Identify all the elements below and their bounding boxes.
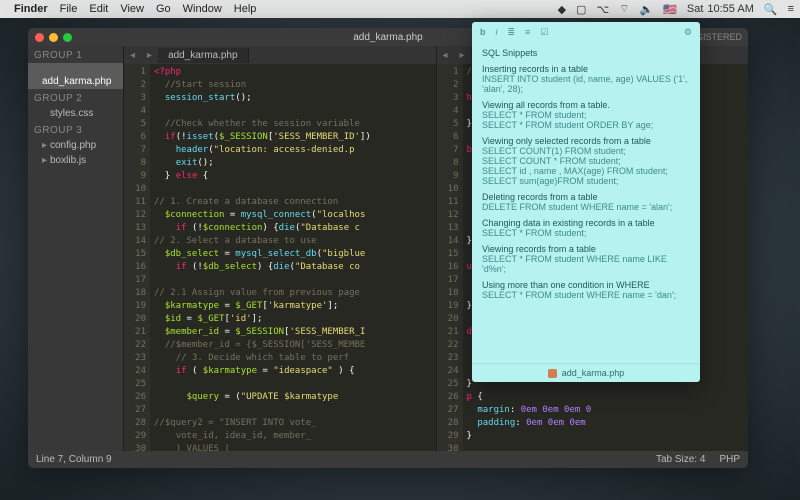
snippet-heading: Viewing records from a table (482, 244, 690, 254)
snippet-heading: Viewing all records from a table. (482, 100, 690, 110)
sidebar: GROUP 1add_karma.phpGROUP 2styles.cssGRO… (28, 46, 123, 451)
status-position[interactable]: Line 7, Column 9 (36, 454, 112, 465)
sidebar-item[interactable]: styles.css (28, 106, 123, 121)
snippet-line: SELECT COUNT(1) FROM student; (482, 146, 690, 156)
sidebar-item[interactable]: add_karma.php (28, 63, 123, 89)
tab-history-back-icon[interactable]: ◂ (124, 50, 141, 61)
snippet-line: SELECT * FROM student WHERE name LIKE 'd… (482, 254, 690, 274)
editor-pane-left: ◂ ▸ add_karma.php 1 2 3 4 5 6 7 8 9 10 1… (123, 46, 436, 451)
clock-day[interactable]: Sat (687, 3, 704, 15)
snippet-heading: Using more than one condition in WHERE (482, 280, 690, 290)
bold-icon[interactable]: b (480, 27, 486, 37)
snippet-heading: Inserting records in a table (482, 64, 690, 74)
sidebar-item[interactable]: ▸boxlib.js (28, 153, 123, 168)
spotlight-icon[interactable]: 🔍 (764, 3, 778, 16)
sidebar-group[interactable]: GROUP 1 (28, 46, 123, 63)
sidebar-group[interactable]: GROUP 3 (28, 121, 123, 138)
bullet-list-icon[interactable]: ≣ (508, 27, 516, 38)
input-flag-icon[interactable]: 🇺🇸 (663, 3, 677, 16)
notes-panel: b i ≣ ≡ ☑ ⚙ SQL Snippets Inserting recor… (472, 22, 700, 382)
snippet-line: SELECT * FROM student WHERE name = 'dan'… (482, 290, 690, 300)
menubar-go[interactable]: Go (156, 3, 171, 15)
panel-footer-label: add_karma.php (562, 368, 625, 378)
menubar-view[interactable]: View (120, 3, 144, 15)
volume-icon[interactable]: 🔈 (639, 3, 653, 16)
sidebar-item[interactable]: ▸config.php (28, 138, 123, 153)
airplay-icon[interactable]: ▢ (576, 3, 586, 16)
menubar-app[interactable]: Finder (14, 3, 48, 15)
bluetooth-icon[interactable]: ⌥ (596, 3, 609, 16)
snippet-line: SELECT COUNT * FROM student; (482, 156, 690, 166)
status-language[interactable]: PHP (719, 454, 740, 465)
tab-history-fwd-icon[interactable]: ▸ (454, 50, 471, 61)
tab-left[interactable]: add_karma.php (158, 48, 249, 63)
tab-history-back-icon[interactable]: ◂ (437, 50, 454, 61)
snippet-line: SELECT id , name , MAX(age) FROM student… (482, 166, 690, 176)
menubar-help[interactable]: Help (234, 3, 257, 15)
menubar-file[interactable]: File (60, 3, 78, 15)
code-area-left[interactable]: 1 2 3 4 5 6 7 8 9 10 11 12 13 14 15 16 1… (124, 64, 436, 451)
wifi-icon[interactable]: ⌔ (619, 2, 629, 16)
gear-icon[interactable]: ⚙ (684, 27, 692, 38)
sidebar-group[interactable]: GROUP 2 (28, 89, 123, 106)
italic-icon[interactable]: i (496, 27, 498, 37)
snippet-heading: Viewing only selected records from a tab… (482, 136, 690, 146)
snippet-heading: Deleting records from a table (482, 192, 690, 202)
snippet-line: SELECT * FROM student; (482, 228, 690, 238)
snippet-line: SELECT * FROM student ORDER BY age; (482, 120, 690, 130)
notification-center-icon[interactable]: ≡ (788, 3, 794, 15)
panel-content[interactable]: SQL Snippets Inserting records in a tabl… (472, 42, 700, 363)
status-tab-size[interactable]: Tab Size: 4 (656, 454, 705, 465)
macos-menubar: Finder File Edit View Go Window Help ◆ ▢… (0, 0, 800, 18)
menubar-edit[interactable]: Edit (89, 3, 108, 15)
snippet-line: SELECT sum(age)FROM student; (482, 176, 690, 186)
snippet-line: DELETE FROM student WHERE name = 'alan'; (482, 202, 690, 212)
tab-history-fwd-icon[interactable]: ▸ (141, 50, 158, 61)
checklist-icon[interactable]: ☑ (540, 27, 548, 38)
clock-time[interactable]: 10:55 AM (707, 3, 753, 15)
app-indicator-icon[interactable]: ◆ (558, 3, 566, 16)
status-bar: Line 7, Column 9 Tab Size: 4 PHP (28, 451, 748, 468)
snippet-heading: Changing data in existing records in a t… (482, 218, 690, 228)
panel-footer[interactable]: add_karma.php (472, 363, 700, 382)
menubar-window[interactable]: Window (183, 3, 222, 15)
snippet-line: SELECT * FROM student; (482, 110, 690, 120)
file-icon (548, 369, 557, 378)
numbered-list-icon[interactable]: ≡ (525, 27, 530, 37)
panel-toolbar: b i ≣ ≡ ☑ ⚙ (472, 22, 700, 42)
snippet-line: INSERT INTO student (id, name, age) VALU… (482, 74, 690, 94)
panel-title: SQL Snippets (482, 48, 690, 58)
